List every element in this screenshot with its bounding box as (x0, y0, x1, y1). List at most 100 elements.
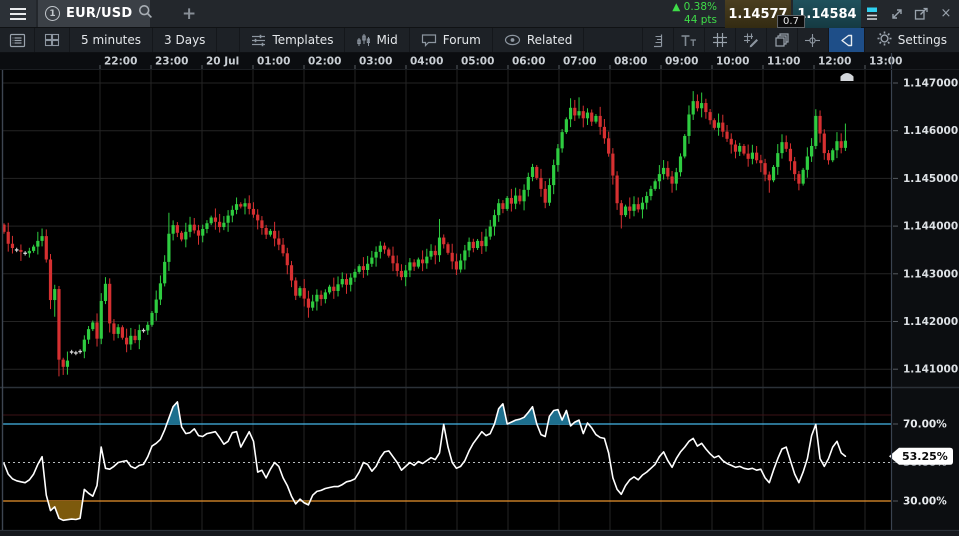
candle (552, 165, 555, 185)
candle (641, 203, 644, 210)
candle (387, 249, 390, 255)
candle (831, 150, 834, 160)
price-label: 1.144000 (903, 221, 958, 233)
candle (582, 111, 585, 118)
price-chart[interactable]: 22:0023:0020 Jul01:0002:0003:0004:0005:0… (0, 53, 959, 536)
popout-window-icon[interactable] (909, 0, 933, 27)
text-annotation-tool[interactable] (673, 28, 704, 52)
candle (243, 203, 246, 206)
candle (32, 247, 35, 251)
candle (370, 258, 373, 264)
related-button[interactable]: Related (493, 28, 585, 52)
range-button[interactable]: 3 Days (153, 28, 217, 52)
expand-icon[interactable] (885, 0, 909, 27)
candle (11, 244, 14, 248)
candle (759, 160, 762, 163)
instrument-tab[interactable]: 1 EUR/USD (38, 0, 150, 27)
candle (506, 198, 509, 209)
candle (358, 266, 361, 272)
candle (362, 266, 365, 270)
time-label: 13:00 (869, 56, 902, 68)
candle (260, 220, 263, 228)
candle (615, 176, 618, 204)
candle (586, 113, 589, 119)
menu-hamburger-icon[interactable] (0, 0, 36, 27)
candle (121, 327, 124, 337)
candle (53, 289, 56, 300)
candle (188, 225, 191, 232)
time-label: 07:00 (563, 56, 596, 68)
time-label: 23:00 (155, 56, 188, 68)
settings-button[interactable]: Settings (864, 28, 959, 52)
grid-toggle-tool[interactable] (704, 28, 735, 52)
candle (320, 295, 323, 299)
candle (374, 252, 377, 258)
candle (577, 111, 580, 115)
candle (400, 271, 403, 277)
candle (197, 230, 200, 235)
top-bar: 1 EUR/USD + ▲ 0.38% 44 pts 1.14577 1.145… (0, 0, 959, 28)
candle (451, 253, 454, 262)
draw-tool[interactable] (735, 28, 766, 52)
candle (57, 289, 60, 360)
candle (138, 330, 141, 340)
candle (413, 262, 416, 266)
candle (442, 238, 445, 245)
close-icon[interactable]: × (933, 0, 959, 27)
candle (396, 263, 399, 271)
price-label: 1.141000 (903, 364, 958, 376)
candle (205, 223, 208, 229)
pointer-tool-active[interactable] (828, 28, 864, 52)
candle (603, 127, 606, 138)
candle (95, 322, 98, 338)
candle (785, 142, 788, 149)
candle (40, 236, 43, 241)
price-change: ▲ 0.38% 44 pts (672, 1, 717, 25)
layers-tool[interactable] (766, 28, 797, 52)
chart-region[interactable]: 22:0023:0020 Jul01:0002:0003:0004:0005:0… (0, 53, 959, 536)
candle (408, 262, 411, 270)
candle (455, 261, 458, 269)
time-label: 04:00 (410, 56, 443, 68)
search-icon[interactable] (138, 4, 153, 23)
candle (391, 256, 394, 264)
interval-button[interactable]: 5 minutes (70, 28, 153, 52)
candle (594, 116, 597, 122)
candle (290, 265, 293, 280)
candle (311, 301, 314, 307)
candle (518, 196, 521, 202)
trading-app-window: 1 EUR/USD + ▲ 0.38% 44 pts 1.14577 1.145… (0, 0, 959, 536)
candle (36, 241, 39, 247)
candle (624, 207, 627, 216)
price-label: 1.147000 (903, 78, 958, 90)
forum-button[interactable]: Forum (410, 28, 493, 52)
candle (806, 156, 809, 169)
templates-button[interactable]: Templates (239, 28, 345, 52)
change-points: 44 pts (672, 14, 717, 26)
candle (159, 283, 162, 299)
order-ladder-icon[interactable] (861, 0, 885, 27)
mid-label: Mid (376, 33, 397, 47)
candle (463, 250, 466, 260)
range-label: 3 Days (164, 33, 205, 47)
crosshair-tool[interactable] (797, 28, 828, 52)
candle (721, 123, 724, 132)
watchlist-icon-button[interactable] (0, 28, 35, 52)
candle (628, 207, 631, 211)
candle (810, 146, 813, 156)
candle (19, 250, 22, 252)
candle (231, 210, 234, 216)
candle (307, 299, 310, 308)
candle (180, 233, 183, 240)
new-tab-button[interactable]: + (182, 0, 196, 27)
candle (210, 218, 213, 224)
candle (252, 209, 255, 215)
candle (379, 246, 382, 252)
layout-grid-icon-button[interactable] (35, 28, 70, 52)
candle (167, 234, 170, 262)
templates-icon (251, 34, 266, 47)
price-scale-tool[interactable] (642, 28, 673, 52)
candle (747, 154, 750, 159)
mid-price-button[interactable]: Mid (345, 28, 409, 52)
candle (438, 238, 441, 256)
